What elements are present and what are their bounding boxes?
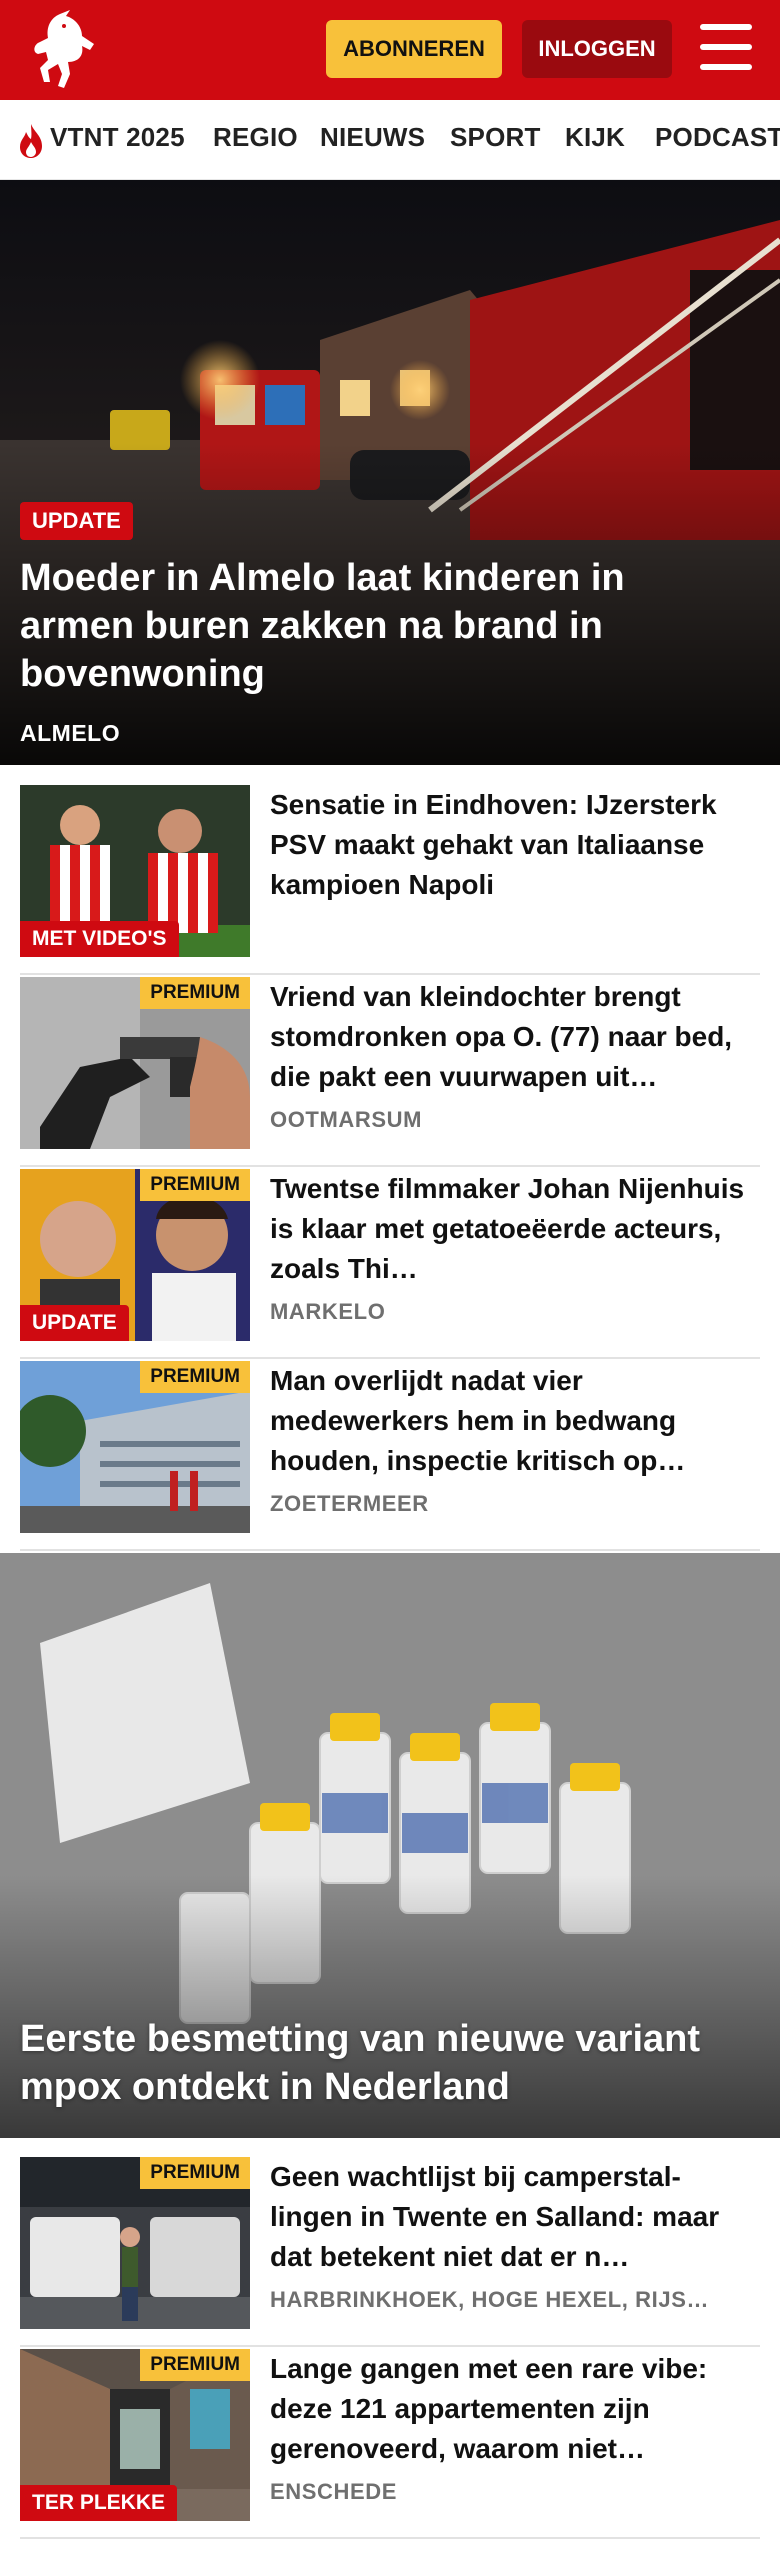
nav-item-vtnt[interactable]: VTNT 2025 xyxy=(50,122,185,153)
subscribe-button[interactable]: ABONNEREN xyxy=(326,20,502,78)
main-nav: VTNT 2025 REGIO NIEUWS SPORT KIJK PODCAS… xyxy=(0,100,780,180)
article-item[interactable]: PREMIUM Geen wachtlijst bij camperstal- … xyxy=(20,2157,760,2347)
twente-horse-logo-icon[interactable] xyxy=(20,8,106,92)
article-location: ENSCHEDE xyxy=(270,2479,398,2504)
premium-badge: PREMIUM xyxy=(140,2349,250,2381)
nav-item-sport[interactable]: SPORT xyxy=(450,122,541,153)
nav-item-regio[interactable]: REGIO xyxy=(213,122,298,153)
article-title[interactable]: Lange gangen met een rare vibe: deze 121… xyxy=(270,2349,754,2469)
article-location: ZOETERMEER xyxy=(270,1491,429,1516)
hero-article[interactable]: UPDATE Moeder in Almelo laat kinderen in… xyxy=(0,180,780,765)
article-title[interactable]: Twentse filmmaker Johan Nijenhuis is kla… xyxy=(270,1169,754,1289)
article-title[interactable]: Sensatie in Eindhoven: IJzersterk PSV ma… xyxy=(270,785,754,905)
article-location: HARBRINKHOEK, HOGE HEXEL, RIJS… xyxy=(270,2287,710,2312)
article-title[interactable]: Man overlijdt nadat vier medewerkers hem… xyxy=(270,1361,754,1481)
nav-item-nieuws[interactable]: NIEUWS xyxy=(320,122,425,153)
article-title[interactable]: Vriend van kleindochter brengt stomdronk… xyxy=(270,977,754,1097)
article-thumbnail: PREMIUM UPDATE xyxy=(20,1169,250,1341)
article-item[interactable]: PREMIUM UPDATE Twentse filmmaker Johan N… xyxy=(20,1169,760,1359)
premium-badge: PREMIUM xyxy=(140,1169,250,1201)
hero-location: ALMELO xyxy=(20,720,121,746)
article-tag: TER PLEKKE xyxy=(20,2485,178,2521)
hero-tag-update: UPDATE xyxy=(20,502,133,540)
article-item[interactable]: PREMIUM Vriend van kleindochter brengt s… xyxy=(20,977,760,1167)
hero-2-title[interactable]: Eerste besmetting van nieuwe variant mpo… xyxy=(20,2015,760,2111)
article-item[interactable]: PREMIUM TER PLEKKE Lange gangen met een … xyxy=(20,2349,760,2539)
premium-badge: PREMIUM xyxy=(140,1361,250,1393)
article-tag: UPDATE xyxy=(20,1305,129,1341)
login-button[interactable]: INLOGGEN xyxy=(522,20,672,78)
article-thumbnail: MET VIDEO'S xyxy=(20,785,250,957)
nav-item-kijk[interactable]: KIJK xyxy=(565,122,625,153)
nav-item-podcast[interactable]: PODCAST xyxy=(655,122,780,153)
article-item[interactable]: PREMIUM Man overlijdt nadat vier medewer… xyxy=(20,1361,760,1551)
article-thumbnail: PREMIUM xyxy=(20,1361,250,1533)
article-title[interactable]: Geen wachtlijst bij camperstal- lingen i… xyxy=(270,2157,754,2277)
article-thumbnail: PREMIUM TER PLEKKE xyxy=(20,2349,250,2521)
article-tag: MET VIDEO'S xyxy=(20,921,179,957)
top-bar: ABONNEREN INLOGGEN xyxy=(0,0,780,100)
article-thumbnail: PREMIUM xyxy=(20,977,250,1149)
premium-badge: PREMIUM xyxy=(140,977,250,1009)
hamburger-menu-icon[interactable] xyxy=(700,24,752,72)
article-location: OOTMARSUM xyxy=(270,1107,423,1132)
flame-icon xyxy=(20,124,42,158)
article-thumbnail: PREMIUM xyxy=(20,2157,250,2329)
article-item[interactable]: MET VIDEO'S Sensatie in Eindhoven: IJzer… xyxy=(20,785,760,975)
premium-badge: PREMIUM xyxy=(140,2157,250,2189)
hero-title[interactable]: Moeder in Almelo laat kinderen in armen … xyxy=(20,554,740,698)
hero-article-2[interactable]: Eerste besmetting van nieuwe variant mpo… xyxy=(0,1553,780,2138)
article-location: MARKELO xyxy=(270,1299,386,1324)
